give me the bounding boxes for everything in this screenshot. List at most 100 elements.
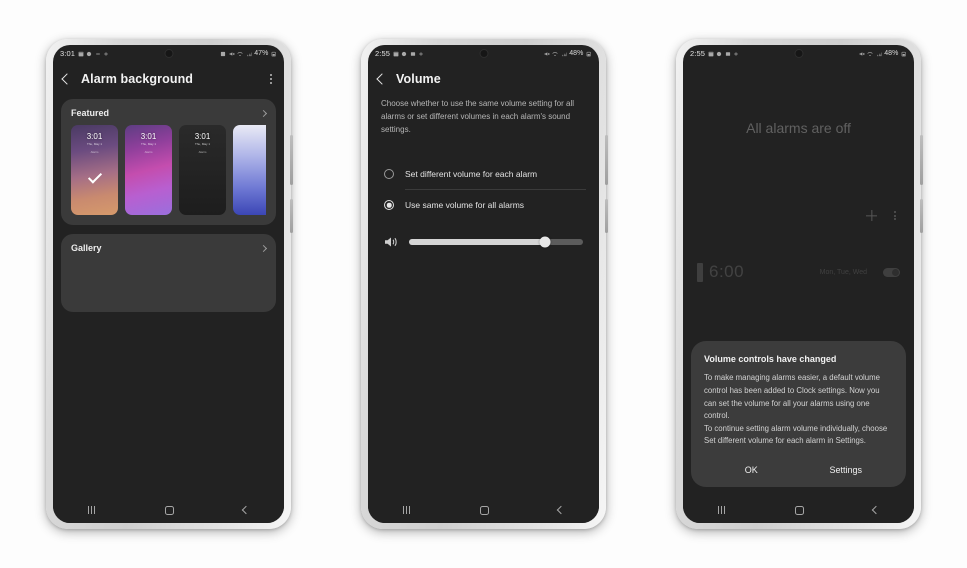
- thumb-time: 3:01: [194, 132, 211, 141]
- more-options-icon[interactable]: [894, 210, 896, 221]
- featured-thumb-list[interactable]: 3:01 Thu, May 1 Alarm 3:01 Thu, May 1 Al…: [71, 125, 266, 215]
- recents-icon[interactable]: [87, 506, 96, 514]
- back-arrow-icon[interactable]: [376, 73, 388, 85]
- signal-icon: [876, 51, 882, 56]
- app-header: Volume: [368, 62, 599, 96]
- background-thumb[interactable]: 3:01 Thu, May 1 Alarm: [71, 125, 118, 215]
- thumb-subtitle-2: Alarm: [144, 150, 153, 154]
- status-right-group: 48%: [859, 50, 907, 57]
- option-same-volume[interactable]: Use same volume for all alarms: [381, 190, 586, 220]
- volume-slider-track[interactable]: [409, 236, 583, 248]
- battery-percent: 48%: [884, 50, 899, 57]
- volume-side-button[interactable]: [920, 135, 923, 185]
- volume-changed-dialog: Volume controls have changed To make man…: [691, 341, 906, 487]
- navigation-bar: [53, 497, 284, 523]
- radio-icon-selected[interactable]: [384, 200, 394, 211]
- alarm-days: Mon, Tue, Wed: [819, 268, 867, 276]
- mute-icon: [544, 51, 550, 56]
- phone-2-content: Choose whether to use the same volume se…: [368, 96, 599, 497]
- background-thumb[interactable]: 3:01 Thu, May 1 Alarm: [125, 125, 172, 215]
- gallery-label: Gallery: [71, 243, 102, 253]
- chevron-right-icon[interactable]: [259, 109, 268, 117]
- option-label: Set different volume for each alarm: [405, 168, 538, 179]
- alarm-actions: [866, 210, 896, 221]
- dialog-buttons: OK Settings: [704, 459, 893, 480]
- dnd-icon: [410, 51, 415, 56]
- featured-label: Featured: [71, 108, 110, 118]
- navigation-bar: [368, 497, 599, 523]
- radio-icon[interactable]: [384, 168, 394, 179]
- battery-percent: 47%: [254, 50, 269, 57]
- battery-icon: [271, 51, 276, 56]
- home-icon[interactable]: [479, 505, 489, 515]
- ok-button[interactable]: OK: [704, 459, 799, 480]
- gallery-card[interactable]: Gallery: [61, 234, 276, 312]
- volume-side-button[interactable]: [290, 135, 293, 185]
- featured-header[interactable]: Featured: [71, 108, 268, 118]
- status-right-group: 47%: [220, 50, 277, 57]
- alarm-icon: [221, 51, 226, 56]
- home-icon[interactable]: [794, 505, 804, 515]
- gallery-header[interactable]: Gallery: [71, 243, 268, 253]
- dialog-title: Volume controls have changed: [704, 354, 837, 365]
- status-time: 2:55: [690, 49, 705, 58]
- phone-1-screen: 3:01 47% Alarm background Featured 3:01 …: [53, 45, 284, 523]
- calendar-icon: [393, 51, 398, 56]
- status-left-group: 3:01: [60, 49, 109, 58]
- phone-1-content: Featured 3:01 Thu, May 1 Alarm 3:01 Thu,: [53, 96, 284, 497]
- phone-3-content: All alarms are off 6:00 Mon, Tue, Wed Vo…: [683, 62, 914, 497]
- battery-icon: [586, 51, 591, 56]
- thumb-subtitle-2: Alarm: [198, 150, 207, 154]
- settings-button[interactable]: Settings: [799, 459, 894, 480]
- status-bar: 3:01 47%: [53, 45, 284, 62]
- background-thumb[interactable]: [233, 125, 266, 215]
- phone-3-screen: 2:55 48% All alarms are off 6:00 Mon, Tu…: [683, 45, 914, 523]
- status-right-group: 48%: [544, 50, 592, 57]
- front-camera-icon: [794, 48, 803, 58]
- record-icon: [716, 51, 722, 56]
- thumb-subtitle-2: Alarm: [90, 150, 99, 154]
- front-camera-icon: [164, 48, 173, 58]
- phone-2-screen: 2:55 48% Volume Choose whether to use th…: [368, 45, 599, 523]
- phone-1: 3:01 47% Alarm background Featured 3:01 …: [46, 39, 293, 529]
- speaker-icon: [385, 238, 397, 247]
- dnd-icon: [95, 53, 100, 54]
- alarm-toggle[interactable]: [883, 267, 900, 277]
- thumb-subtitle: Thu, May 1: [140, 142, 156, 146]
- option-different-volume[interactable]: Set different volume for each alarm: [381, 159, 586, 189]
- back-icon[interactable]: [872, 505, 881, 515]
- recents-icon[interactable]: [717, 506, 726, 514]
- volume-slider-knob[interactable]: [539, 236, 551, 248]
- battery-icon: [901, 51, 906, 56]
- alarm-list-item[interactable]: 6:00 Mon, Tue, Wed: [697, 262, 900, 282]
- back-icon[interactable]: [242, 505, 251, 515]
- page-title: Alarm background: [81, 72, 194, 86]
- option-label: Use same volume for all alarms: [405, 200, 525, 211]
- battery-percent: 48%: [569, 50, 584, 57]
- more-options-icon[interactable]: [268, 70, 274, 87]
- empty-state-text: All alarms are off: [746, 120, 851, 136]
- back-icon[interactable]: [557, 505, 566, 515]
- back-arrow-icon[interactable]: [61, 73, 73, 85]
- power-side-button[interactable]: [920, 199, 923, 233]
- status-time: 3:01: [60, 49, 75, 58]
- wifi-icon: [552, 51, 558, 56]
- thumb-subtitle: Thu, May 1: [194, 142, 210, 146]
- alarm-accent-bar: [697, 262, 703, 282]
- background-thumb[interactable]: 3:01 Thu, May 1 Alarm: [179, 125, 226, 215]
- dnd-icon: [725, 51, 730, 56]
- home-icon[interactable]: [164, 505, 174, 515]
- power-side-button[interactable]: [605, 199, 608, 233]
- calendar-icon: [78, 51, 83, 56]
- plus-icon: [419, 51, 423, 56]
- add-alarm-icon[interactable]: [866, 210, 877, 221]
- volume-slider-row[interactable]: [381, 220, 586, 248]
- mute-icon: [229, 51, 235, 56]
- phone-3: 2:55 48% All alarms are off 6:00 Mon, Tu…: [676, 39, 923, 529]
- plus-icon: [104, 51, 108, 56]
- volume-side-button[interactable]: [605, 135, 608, 185]
- power-side-button[interactable]: [290, 199, 293, 233]
- chevron-right-icon[interactable]: [259, 244, 268, 252]
- recents-icon[interactable]: [402, 506, 411, 514]
- status-bar: 2:55 48%: [683, 45, 914, 62]
